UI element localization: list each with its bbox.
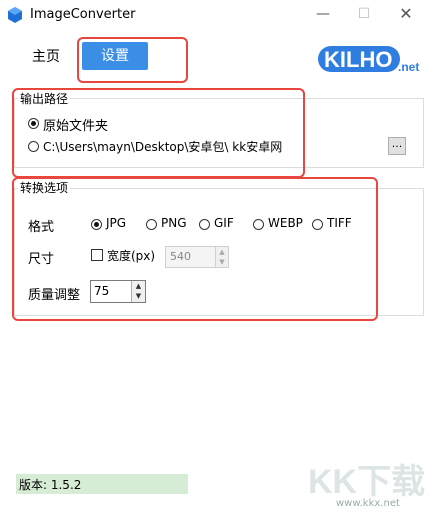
- browse-button[interactable]: ...: [388, 137, 406, 155]
- highlight-box: [77, 37, 188, 83]
- close-button[interactable]: ✕: [385, 0, 427, 30]
- tab-home[interactable]: 主页: [32, 46, 60, 66]
- window-title: ImageConverter: [30, 7, 136, 22]
- maximize-button[interactable]: ☐: [343, 0, 385, 30]
- logo-text: KILHO: [324, 47, 392, 72]
- watermark-text: KK下载: [308, 463, 425, 501]
- app-icon: [8, 7, 22, 23]
- logo-suffix: .net: [398, 60, 419, 74]
- highlight-box: [12, 177, 378, 321]
- kilho-logo: KILHO .net: [318, 46, 419, 74]
- highlight-box: [12, 88, 305, 178]
- watermark-url: www.kkx.net: [336, 498, 400, 509]
- minimize-button[interactable]: —: [302, 0, 344, 30]
- version-label: 版本: 1.5.2: [19, 478, 82, 492]
